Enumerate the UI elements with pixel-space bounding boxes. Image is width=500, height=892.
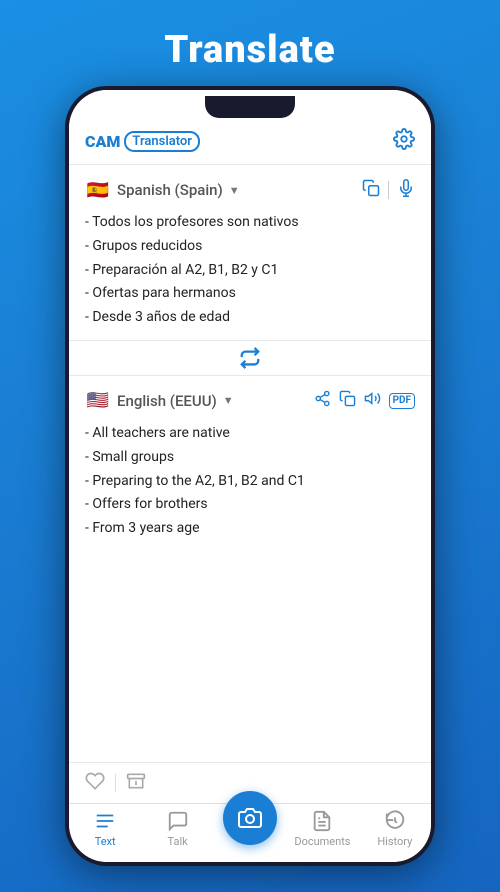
nav-item-text[interactable]: Text: [69, 810, 141, 848]
main-content: 🇪🇸 Spanish (Spain) ▼: [69, 165, 431, 803]
target-pdf-button[interactable]: PDF: [389, 393, 415, 409]
swap-row[interactable]: [69, 340, 431, 376]
source-flag: 🇪🇸: [85, 177, 111, 203]
logo-translator-badge: Translator: [124, 131, 200, 152]
camera-fab[interactable]: [223, 791, 277, 845]
source-copy-button[interactable]: [362, 179, 380, 201]
nav-label-documents: Documents: [294, 835, 350, 848]
nav-label-talk: Talk: [168, 835, 188, 848]
app-logo: CAM Translator: [85, 131, 200, 152]
talk-nav-icon: [167, 810, 189, 832]
target-lang-label: English (EEUU): [117, 392, 217, 410]
source-mic-button[interactable]: [397, 179, 415, 201]
target-flag: 🇺🇸: [85, 388, 111, 414]
camera-fab-icon: [238, 806, 262, 830]
eraser-button[interactable]: [126, 771, 146, 795]
target-panel: 🇺🇸 English (EEUU) ▼: [69, 376, 431, 762]
target-lang-chevron-icon: ▼: [223, 394, 234, 407]
target-lang-row: 🇺🇸 English (EEUU) ▼: [85, 388, 415, 414]
phone-inner: CAM Translator 🇪🇸 Spanish (Spain) ▼: [69, 90, 431, 862]
source-text: - Todos los profesores son nativos- Grup…: [85, 211, 415, 330]
target-lang-actions: PDF: [314, 390, 415, 411]
phone-notch: [205, 96, 295, 118]
source-panel: 🇪🇸 Spanish (Spain) ▼: [69, 165, 431, 340]
target-copy-button[interactable]: [339, 390, 356, 411]
target-text: - All teachers are native- Small groups-…: [85, 422, 415, 541]
target-speaker-button[interactable]: [364, 390, 381, 411]
nav-label-history: History: [377, 835, 412, 848]
source-lang-row: 🇪🇸 Spanish (Spain) ▼: [85, 177, 415, 203]
nav-label-text: Text: [95, 835, 116, 848]
target-lang-selector[interactable]: 🇺🇸 English (EEUU) ▼: [85, 388, 234, 414]
actions-divider: [115, 774, 116, 792]
source-lang-actions: [362, 179, 415, 201]
source-lang-selector[interactable]: 🇪🇸 Spanish (Spain) ▼: [85, 177, 240, 203]
nav-item-documents[interactable]: Documents: [286, 810, 358, 848]
source-lang-chevron-icon: ▼: [229, 184, 240, 197]
logo-cam-text: CAM: [85, 132, 120, 151]
page-title: Translate: [164, 28, 335, 72]
phone-shell: CAM Translator 🇪🇸 Spanish (Spain) ▼: [65, 86, 435, 866]
gear-icon: [393, 128, 415, 150]
source-lang-label: Spanish (Spain): [117, 181, 223, 199]
bottom-nav: Text Talk: [69, 803, 431, 862]
favorite-button[interactable]: [85, 771, 105, 795]
settings-button[interactable]: [393, 128, 415, 154]
documents-nav-icon: [311, 810, 333, 832]
target-share-button[interactable]: [314, 390, 331, 411]
nav-item-talk[interactable]: Talk: [141, 810, 213, 848]
swap-icon: [239, 347, 261, 369]
text-nav-icon: [94, 810, 116, 832]
nav-item-camera[interactable]: [214, 813, 286, 845]
nav-item-history[interactable]: History: [359, 810, 431, 848]
source-actions-divider: [388, 181, 389, 199]
history-nav-icon: [384, 810, 406, 832]
